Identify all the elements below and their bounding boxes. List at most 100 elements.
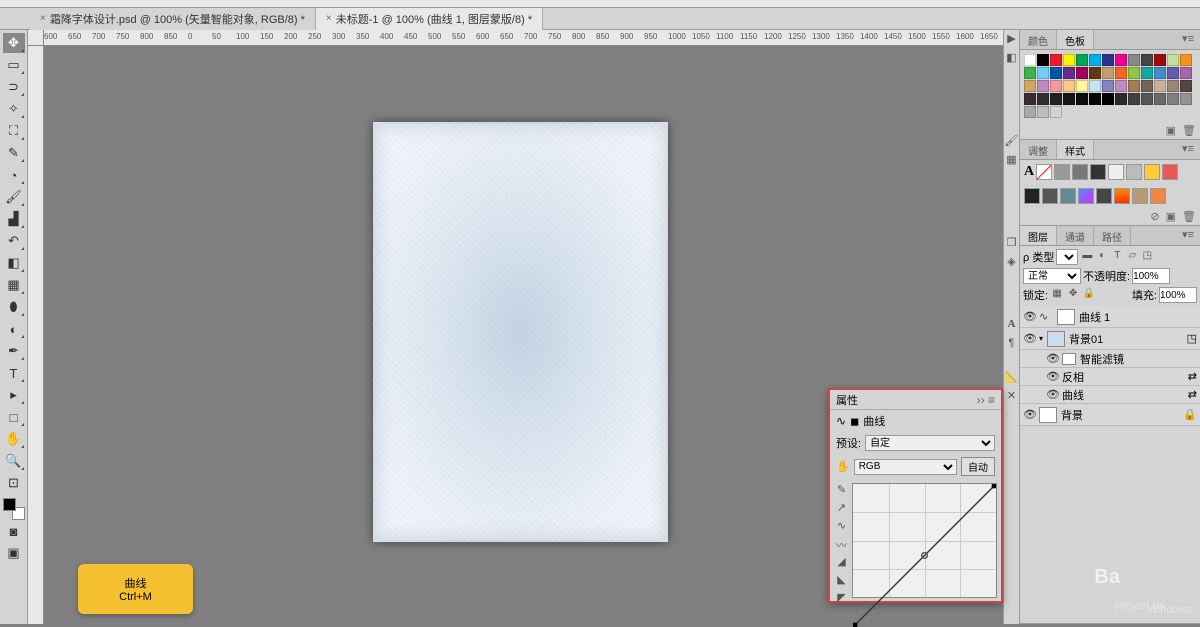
dock-arrow-icon[interactable]: ▶ (1004, 32, 1019, 47)
move-tool[interactable]: ✥ (3, 33, 25, 53)
eyedropper-tool[interactable]: ✎ (3, 143, 25, 163)
dock-measure-icon[interactable]: 📐 (1004, 370, 1019, 385)
style-preset-11[interactable] (1078, 188, 1094, 204)
swatch[interactable] (1089, 80, 1101, 92)
dock-ruler-icon[interactable]: ✕ (1004, 389, 1019, 404)
layer-thumb[interactable] (1039, 407, 1057, 423)
channels-tab[interactable]: 通道 (1057, 226, 1094, 245)
swatch[interactable] (1154, 80, 1166, 92)
style-preset-8[interactable] (1024, 188, 1040, 204)
properties-panel[interactable]: 属性 ›› ≡ ∿ ◼ 曲线 预设: 自定 ✋ RGB 自动 ✎ ↗ ∿ 〰 ◢… (828, 388, 1003, 603)
layer-bg01[interactable]: 👁 ▾ 背景01 ◳ (1020, 328, 1200, 350)
properties-header[interactable]: 属性 ›› ≡ (830, 390, 1001, 410)
history-brush-tool[interactable]: ↶ (3, 231, 25, 251)
filter-type-icon[interactable]: T (1110, 250, 1124, 264)
style-preset-12[interactable] (1096, 188, 1112, 204)
screenmode-toggle[interactable]: ▣ (3, 543, 25, 563)
ruler-origin[interactable] (28, 30, 44, 46)
swatch[interactable] (1063, 93, 1075, 105)
filter-adjust-icon[interactable]: ◐ (1095, 250, 1109, 264)
vertical-ruler[interactable] (28, 46, 44, 624)
properties-collapse-icon[interactable]: ›› ≡ (977, 393, 995, 407)
swatch[interactable] (1180, 67, 1192, 79)
swatch[interactable] (1037, 80, 1049, 92)
style-preset-14[interactable] (1132, 188, 1148, 204)
dock-brush-icon[interactable]: 🖌 (1004, 134, 1019, 149)
filter-smart-icon[interactable]: ◳ (1140, 250, 1154, 264)
channel-icon[interactable]: ✋ (836, 460, 850, 473)
layer-thumb[interactable] (1047, 331, 1065, 347)
swatch[interactable] (1167, 80, 1179, 92)
swatch[interactable] (1115, 93, 1127, 105)
swatch[interactable] (1115, 67, 1127, 79)
shape-tool[interactable]: □ (3, 407, 25, 427)
preset-select[interactable]: 自定 (865, 435, 995, 451)
style-preset-15[interactable] (1150, 188, 1166, 204)
style-preset-7[interactable] (1162, 164, 1178, 180)
dock-layers-icon[interactable]: ◈ (1004, 255, 1019, 270)
swatch[interactable] (1128, 67, 1140, 79)
style-preset-2[interactable] (1072, 164, 1088, 180)
healing-tool[interactable]: ◔ (3, 165, 25, 185)
layer-invert-filter[interactable]: 👁 反相 ⇄ (1020, 368, 1200, 386)
curve-point-tool[interactable]: ↗ (834, 501, 849, 516)
doc-tab-1[interactable]: × 霜降字体设计.psd @ 100% (矢量智能对象, RGB/8) * (30, 8, 316, 30)
swatch[interactable] (1167, 67, 1179, 79)
curve-eyedropper-gray[interactable]: ◣ (834, 573, 849, 588)
adjustments-tab[interactable]: 调整 (1020, 140, 1057, 159)
lock-pixels-icon[interactable]: ▦ (1050, 288, 1064, 302)
curve-eyedropper-white[interactable]: ◤ (834, 591, 849, 606)
swatch[interactable] (1102, 93, 1114, 105)
layer-curves-filter[interactable]: 👁 曲线 ⇄ (1020, 386, 1200, 404)
swatch[interactable] (1167, 93, 1179, 105)
swatch[interactable] (1050, 80, 1062, 92)
swatch[interactable] (1024, 93, 1036, 105)
swatch[interactable] (1024, 54, 1036, 66)
filter-mask-thumb[interactable] (1062, 353, 1076, 365)
channel-select[interactable]: RGB (854, 459, 957, 475)
curve-pencil-tool[interactable]: ∿ (834, 519, 849, 534)
swatch[interactable] (1154, 67, 1166, 79)
swatch[interactable] (1141, 54, 1153, 66)
horizontal-ruler[interactable]: 6006507007508008500501001502002503003504… (44, 30, 1003, 46)
layers-tab[interactable]: 图层 (1020, 226, 1057, 245)
magic-wand-tool[interactable]: ✧ (3, 99, 25, 119)
swatch[interactable] (1167, 54, 1179, 66)
swatch[interactable] (1089, 67, 1101, 79)
curve-graph[interactable] (852, 483, 997, 598)
dock-brushset-icon[interactable]: ▦ (1004, 153, 1019, 168)
swatches-tab[interactable]: 色板 (1057, 30, 1094, 49)
crop-tool[interactable]: ⛶ (3, 121, 25, 141)
filter-kind-select[interactable] (1056, 249, 1078, 265)
swatch[interactable] (1076, 67, 1088, 79)
style-preset-4[interactable] (1108, 164, 1124, 180)
swatch[interactable] (1154, 54, 1166, 66)
gradient-tool[interactable]: ▦ (3, 275, 25, 295)
style-preset-10[interactable] (1060, 188, 1076, 204)
style-none[interactable] (1036, 164, 1052, 180)
document-canvas[interactable] (373, 122, 668, 542)
visibility-icon[interactable]: 👁 (1046, 388, 1058, 401)
new-swatch-icon[interactable]: ▣ (1166, 124, 1176, 137)
swatch[interactable] (1102, 67, 1114, 79)
swatch[interactable] (1115, 80, 1127, 92)
swatch[interactable] (1141, 93, 1153, 105)
swatch[interactable] (1050, 54, 1062, 66)
filter-pixel-icon[interactable]: ▬ (1080, 250, 1094, 264)
swatch[interactable] (1128, 54, 1140, 66)
path-selection-tool[interactable]: ▸ (3, 385, 25, 405)
stamp-tool[interactable]: ▟ (3, 209, 25, 229)
filter-options-icon[interactable]: ⇄ (1188, 370, 1197, 383)
visibility-icon[interactable]: 👁 (1023, 408, 1035, 421)
swatch[interactable] (1024, 80, 1036, 92)
paths-tab[interactable]: 路径 (1094, 226, 1131, 245)
delete-swatch-icon[interactable]: 🗑 (1182, 124, 1196, 137)
style-preset-13[interactable] (1114, 188, 1130, 204)
pen-tool[interactable]: ✒ (3, 341, 25, 361)
swatch[interactable] (1063, 80, 1075, 92)
color-tab[interactable]: 颜色 (1020, 30, 1057, 49)
swatch[interactable] (1076, 93, 1088, 105)
swatch[interactable] (1089, 54, 1101, 66)
tab-close-2[interactable]: × (326, 13, 332, 24)
eraser-tool[interactable]: ◧ (3, 253, 25, 273)
